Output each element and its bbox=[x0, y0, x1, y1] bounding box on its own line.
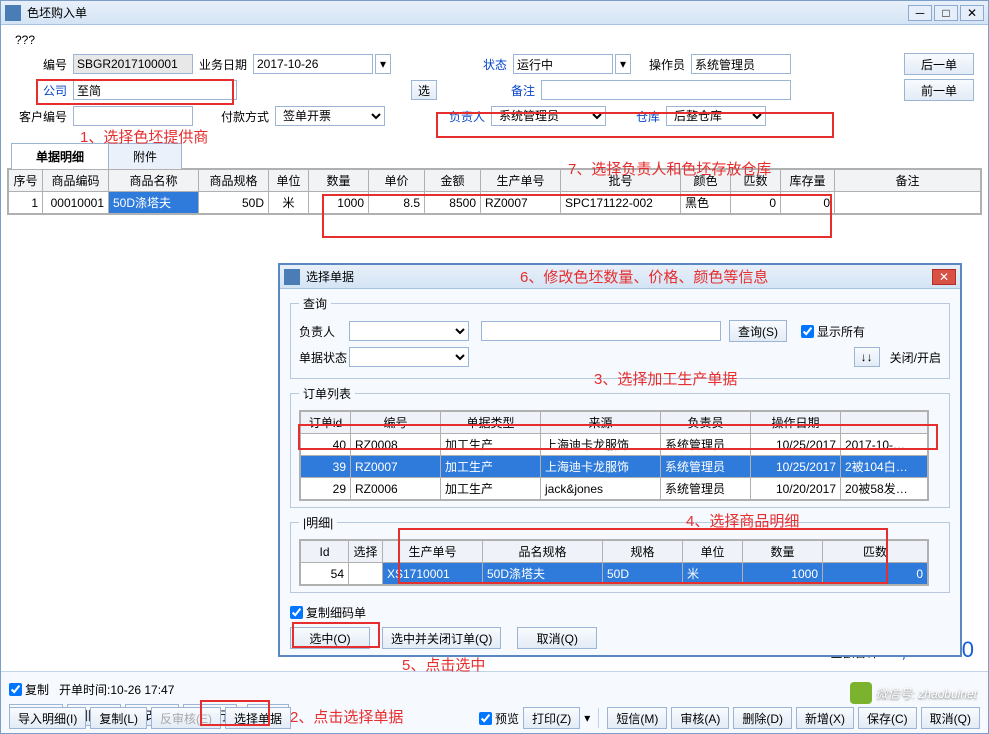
dlg-select-button[interactable]: 选中(O) bbox=[290, 627, 370, 649]
dlg-owner-label: 负责人 bbox=[299, 323, 347, 340]
min-button[interactable]: ─ bbox=[908, 5, 932, 21]
oper-label: 操作员 bbox=[633, 56, 689, 73]
dlg-filter-input[interactable] bbox=[481, 321, 721, 341]
dlg-cancel-button[interactable]: 取消(Q) bbox=[517, 627, 597, 649]
order-grid[interactable]: 订单id 编号 单据类型 来源 负责员 操作日期 40RZ0008加工生产上海迪… bbox=[299, 410, 929, 501]
watermark: 微信号: zhaobuinet bbox=[850, 682, 977, 704]
dialog-close-button[interactable]: ✕ bbox=[932, 269, 956, 285]
detail-row[interactable]: 54 XS171000150D涤塔夫 50D米 10000 bbox=[301, 563, 928, 585]
window-title: 色坯购入单 bbox=[27, 4, 908, 21]
select-doc-dialog: 选择单据 ✕ 查询 负责人 查询(S) 显示所有 单据状态 ↓↓ 关闭/开启 订… bbox=[278, 263, 962, 657]
anno-5: 5、点击选中 bbox=[402, 654, 485, 675]
pay-label: 付款方式 bbox=[217, 108, 273, 125]
anno-4: 4、选择商品明细 bbox=[686, 510, 799, 531]
copy-button[interactable]: 复制(L) bbox=[90, 707, 147, 729]
company-label: 公司 bbox=[15, 82, 71, 99]
import-detail-button[interactable]: 导入明细(I) bbox=[9, 707, 86, 729]
order-row-selected[interactable]: 39RZ0007加工生产上海迪卡龙服饰系统管理员10/25/20172被104白… bbox=[301, 456, 928, 478]
anno-2: 2、点击选择单据 bbox=[290, 706, 403, 727]
save-button[interactable]: 保存(C) bbox=[858, 707, 917, 729]
dlg-owner-select[interactable] bbox=[349, 321, 469, 341]
detail-fieldset: |明细| Id 选择 生产单号 品名规格 规格 单位 数量 匹数 54 bbox=[290, 514, 950, 593]
bizdate-drop-icon[interactable]: ▾ bbox=[375, 54, 391, 74]
order-header: 订单id 编号 单据类型 来源 负责员 操作日期 bbox=[301, 412, 928, 434]
print-drop-icon[interactable]: ▾ bbox=[584, 711, 590, 725]
status-drop-icon[interactable]: ▾ bbox=[615, 54, 631, 74]
close-button[interactable]: ✕ bbox=[960, 5, 984, 21]
watermark-text: 微信号: zhaobuinet bbox=[876, 685, 977, 702]
close-open-label: 关闭/开启 bbox=[890, 349, 941, 366]
form-area: ??? 编号 业务日期 ▾ 状态 ▾ 操作员 后一单 公司 选 备注 前一单 客 bbox=[1, 25, 988, 137]
owner-label: 负责人 bbox=[433, 108, 489, 125]
audit-button[interactable]: 审核(A) bbox=[671, 707, 729, 729]
orderlist-legend: 订单列表 bbox=[299, 385, 355, 402]
company-input[interactable] bbox=[73, 80, 237, 100]
copy-check[interactable]: 复制 bbox=[9, 681, 49, 698]
main-titlebar: 色坯购入单 ─ □ ✕ bbox=[1, 1, 988, 25]
bizdate-input[interactable] bbox=[253, 54, 373, 74]
query-fieldset: 查询 负责人 查询(S) 显示所有 单据状态 ↓↓ 关闭/开启 bbox=[290, 295, 950, 379]
custcode-input[interactable] bbox=[73, 106, 193, 126]
custcode-label: 客户编号 bbox=[15, 108, 71, 125]
detail-header: Id 选择 生产单号 品名规格 规格 单位 数量 匹数 bbox=[301, 541, 928, 563]
note-input[interactable] bbox=[541, 80, 791, 100]
dlg-state-label: 单据状态 bbox=[299, 349, 347, 366]
owner-select[interactable]: 系统管理员 bbox=[491, 106, 606, 126]
app-icon bbox=[5, 5, 21, 21]
anti-audit-button[interactable]: 反审核(E) bbox=[151, 707, 221, 729]
note-label: 备注 bbox=[483, 82, 539, 99]
code-input[interactable] bbox=[73, 54, 193, 74]
detail-legend: |明细| bbox=[299, 514, 337, 531]
detail-grid2[interactable]: Id 选择 生产单号 品名规格 规格 单位 数量 匹数 54 XS1710001… bbox=[299, 539, 929, 586]
wh-select[interactable]: 后整仓库 bbox=[666, 106, 766, 126]
anno-7: 7、选择负责人和色坯存放仓库 bbox=[568, 158, 771, 179]
select-company-button[interactable]: 选 bbox=[411, 80, 437, 100]
sms-button[interactable]: 短信(M) bbox=[607, 707, 667, 729]
prev-doc-button[interactable]: 前一单 bbox=[904, 79, 974, 101]
bottom-bar: 复制 开单时间:10-26 17:47 添加行 删除行 修改行 复制行 状态 导… bbox=[1, 671, 988, 733]
dlg-state-select[interactable] bbox=[349, 347, 469, 367]
next-doc-button[interactable]: 后一单 bbox=[904, 53, 974, 75]
preview-check[interactable]: 预览 bbox=[479, 710, 519, 727]
orderlist-fieldset: 订单列表 订单id 编号 单据类型 来源 负责员 操作日期 40RZ0008加工… bbox=[290, 385, 950, 508]
wh-label: 仓库 bbox=[608, 108, 664, 125]
show-all-check[interactable]: 显示所有 bbox=[801, 323, 865, 340]
new-button[interactable]: 新增(X) bbox=[796, 707, 854, 729]
detail-grid[interactable]: 序号 商品编码 商品名称 商品规格 单位 数量 单价 金额 生产单号 批号 颜色… bbox=[7, 168, 982, 215]
dlg-select-close-button[interactable]: 选中并关闭订单(Q) bbox=[382, 627, 501, 649]
wechat-icon bbox=[850, 682, 872, 704]
cancel-button[interactable]: 取消(Q) bbox=[921, 707, 980, 729]
max-button[interactable]: □ bbox=[934, 5, 958, 21]
order-row[interactable]: 40RZ0008加工生产上海迪卡龙服饰系统管理员10/25/20172017-1… bbox=[301, 434, 928, 456]
select-doc-button[interactable]: 选择单据 bbox=[225, 707, 291, 729]
anno-1: 1、选择色坯提供商 bbox=[80, 126, 208, 147]
oper-input[interactable] bbox=[691, 54, 791, 74]
open-time: 开单时间:10-26 17:47 bbox=[59, 681, 174, 698]
dlg-query-button[interactable]: 查询(S) bbox=[729, 320, 787, 342]
grid-row[interactable]: 1 00010001 50D涤塔夫 50D 米 1000 8.5 8500 RZ… bbox=[9, 192, 981, 214]
unknown-label: ??? bbox=[15, 33, 974, 47]
copy-barcode-check[interactable]: 复制细码单 bbox=[290, 604, 366, 621]
status-label: 状态 bbox=[455, 56, 511, 73]
pay-select[interactable]: 签单开票 bbox=[275, 106, 385, 126]
status-input[interactable] bbox=[513, 54, 613, 74]
print-button[interactable]: 打印(Z) bbox=[523, 707, 580, 729]
grid-header-row: 序号 商品编码 商品名称 商品规格 单位 数量 单价 金额 生产单号 批号 颜色… bbox=[9, 170, 981, 192]
code-label: 编号 bbox=[15, 56, 71, 73]
delete-button[interactable]: 删除(D) bbox=[733, 707, 792, 729]
down-up-button[interactable]: ↓↓ bbox=[854, 347, 880, 367]
anno-3: 3、选择加工生产单据 bbox=[594, 368, 737, 389]
bizdate-label: 业务日期 bbox=[195, 56, 251, 73]
order-row[interactable]: 29RZ0006加工生产jack&jones系统管理员10/20/201720被… bbox=[301, 478, 928, 500]
query-legend: 查询 bbox=[299, 295, 331, 312]
anno-6: 6、修改色坯数量、价格、颜色等信息 bbox=[520, 266, 768, 287]
dialog-icon bbox=[284, 269, 300, 285]
